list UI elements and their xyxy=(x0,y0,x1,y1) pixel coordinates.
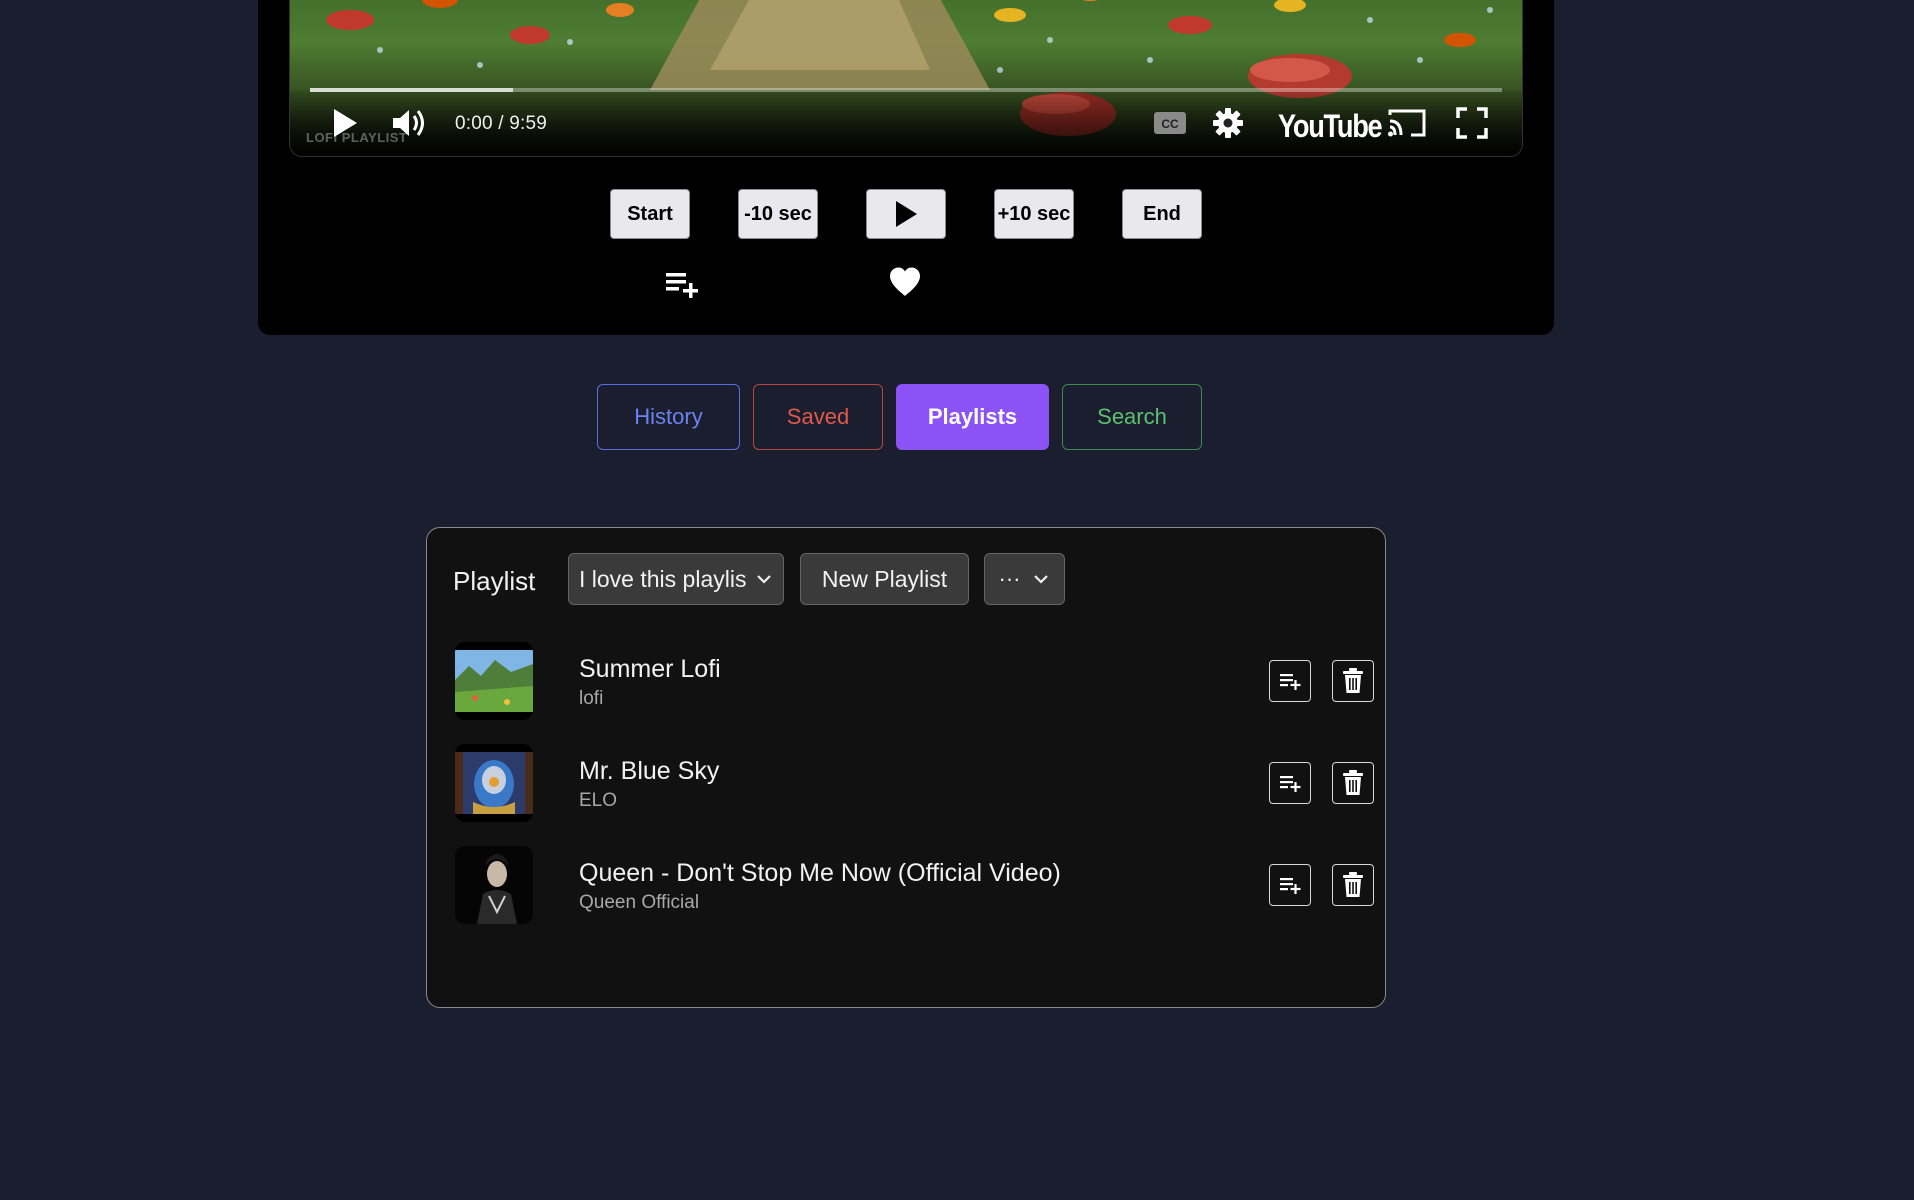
more-options-label: ··· xyxy=(998,566,1021,591)
forward-10-button[interactable]: +10 sec xyxy=(994,189,1074,239)
delete-track-button[interactable] xyxy=(1332,660,1374,702)
chevron-down-icon xyxy=(757,575,771,584)
captions-icon[interactable]: CC xyxy=(1152,108,1188,138)
youtube-controls: 0:00 / 9:59 LOFI PLAYLIST CC YouTube xyxy=(290,92,1522,152)
trash-icon xyxy=(1343,872,1363,897)
playlist-card: Playlist I love this playlist New Playli… xyxy=(426,527,1386,1008)
track-artist: ELO xyxy=(579,790,618,811)
tab-playlists[interactable]: Playlists xyxy=(896,384,1049,450)
video-time-readout: 0:00 / 9:59 xyxy=(455,113,547,134)
tab-history[interactable]: History xyxy=(597,384,740,450)
track-title: Queen - Don't Stop Me Now (Official Vide… xyxy=(579,859,1061,887)
play-icon xyxy=(896,201,917,227)
play-button[interactable] xyxy=(866,189,946,239)
heart-icon[interactable] xyxy=(887,264,923,300)
playlist-track[interactable]: Queen - Don't Stop Me Now (Official Vide… xyxy=(455,846,1374,926)
track-title: Summer Lofi xyxy=(579,655,721,683)
track-artist: Queen Official xyxy=(579,892,700,913)
settings-icon[interactable] xyxy=(1210,106,1246,140)
youtube-logo[interactable]: YouTube xyxy=(1278,108,1383,145)
svg-text:CC: CC xyxy=(1161,117,1179,131)
track-thumbnail xyxy=(455,846,533,924)
end-button[interactable]: End xyxy=(1122,189,1202,239)
playlist-select[interactable]: I love this playlist xyxy=(568,553,784,605)
playlist-add-icon[interactable] xyxy=(664,268,700,300)
tab-saved[interactable]: Saved xyxy=(753,384,883,450)
playlist-add-icon xyxy=(1280,776,1301,792)
trash-icon xyxy=(1343,770,1363,795)
track-title: Mr. Blue Sky xyxy=(579,757,720,785)
playlist-add-icon xyxy=(1280,878,1301,894)
add-to-queue-button[interactable] xyxy=(1269,864,1311,906)
add-to-queue-button[interactable] xyxy=(1269,660,1311,702)
tab-search[interactable]: Search xyxy=(1062,384,1202,450)
start-button[interactable]: Start xyxy=(610,189,690,239)
playlist-track[interactable]: Summer Lofi lofi xyxy=(455,642,1374,722)
playlist-select-value: I love this playlist xyxy=(579,565,747,592)
trash-icon xyxy=(1343,668,1363,693)
track-thumbnail xyxy=(455,744,533,822)
fullscreen-icon[interactable] xyxy=(1454,106,1490,140)
video-embed[interactable]: 0:00 / 9:59 LOFI PLAYLIST CC YouTube xyxy=(290,0,1522,156)
cast-icon[interactable] xyxy=(1386,106,1428,140)
track-artist: lofi xyxy=(579,688,604,709)
playlist-track[interactable]: Mr. Blue Sky ELO xyxy=(455,744,1374,824)
playlist-label: Playlist xyxy=(453,566,536,596)
add-to-queue-button[interactable] xyxy=(1269,762,1311,804)
back-10-button[interactable]: -10 sec xyxy=(738,189,818,239)
delete-track-button[interactable] xyxy=(1332,762,1374,804)
playlist-add-icon xyxy=(1280,674,1301,690)
track-thumbnail xyxy=(455,642,533,720)
channel-watermark: LOFI PLAYLIST xyxy=(306,130,408,145)
new-playlist-button[interactable]: New Playlist xyxy=(800,553,969,605)
more-options-button[interactable]: ··· xyxy=(984,553,1065,605)
delete-track-button[interactable] xyxy=(1332,864,1374,906)
chevron-down-icon xyxy=(1034,575,1049,584)
